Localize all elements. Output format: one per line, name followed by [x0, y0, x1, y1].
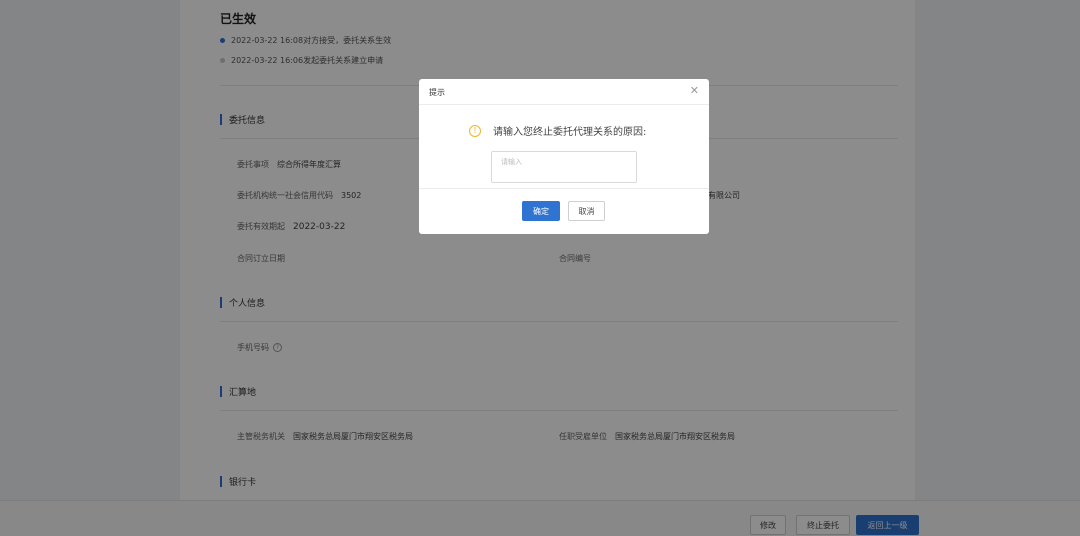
dialog-message: ! 请输入您终止委托代理关系的原因:	[469, 123, 646, 138]
info-circle-icon: !	[469, 124, 481, 137]
reason-input[interactable]	[491, 151, 637, 183]
dialog-title: 提示	[429, 88, 445, 97]
cancel-button[interactable]: 取消	[568, 201, 605, 221]
dialog-footer-divider	[419, 188, 709, 189]
terminate-reason-dialog: 提示 ✕ ! 请输入您终止委托代理关系的原因: 确定 取消	[419, 79, 709, 234]
dialog-header: 提示 ✕	[419, 79, 709, 105]
close-icon[interactable]: ✕	[690, 85, 699, 97]
dialog-message-text: 请输入您终止委托代理关系的原因:	[493, 127, 647, 138]
confirm-button[interactable]: 确定	[522, 201, 560, 221]
